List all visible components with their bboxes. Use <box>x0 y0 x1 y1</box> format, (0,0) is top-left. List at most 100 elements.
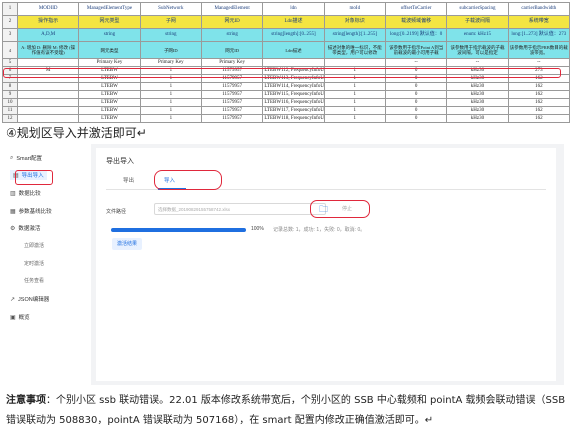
table-cell[interactable]: offsetToCarrier <box>384 2 448 16</box>
table-cell[interactable]: 11579957 <box>200 98 264 107</box>
table-cell[interactable]: 1 <box>139 114 202 123</box>
table-cell[interactable]: kHz30 <box>446 98 509 107</box>
table-cell[interactable]: 162 <box>507 90 571 99</box>
table-cell[interactable] <box>323 58 386 67</box>
table-cell[interactable]: 1 <box>139 106 202 115</box>
sidebar-item-overview[interactable]: ▣ 概览 <box>10 313 30 322</box>
table-cell[interactable]: 11579957 <box>200 90 264 99</box>
table-cell[interactable]: subcarrierSpacing <box>446 2 509 16</box>
table-cell[interactable]: 描述对象的唯一标识，不能带类型，用户可以修改 <box>323 41 386 59</box>
table-cell[interactable]: Ldn描述 <box>262 15 325 29</box>
table-cell[interactable] <box>16 58 80 67</box>
table-cell[interactable]: LTEBW116, FrequencyInfoUL=1, <box>262 98 325 107</box>
table-cell[interactable] <box>16 114 80 123</box>
table-cell[interactable]: 0 <box>384 82 448 91</box>
table-cell[interactable] <box>16 82 80 91</box>
table-cell[interactable]: LTEBW <box>78 98 141 107</box>
table-cell[interactable]: -- <box>446 58 509 67</box>
table-cell[interactable]: string <box>78 28 141 42</box>
table-cell[interactable]: kHz30 <box>446 82 509 91</box>
table-cell[interactable]: 11579957 <box>200 114 264 123</box>
table-cell[interactable]: 0 <box>384 90 448 99</box>
table-cell[interactable]: 1 <box>323 106 386 115</box>
table-cell[interactable] <box>16 90 80 99</box>
sidebar-item-activate[interactable]: ⚙ 数据激活 <box>10 224 40 233</box>
table-cell[interactable]: 0 <box>384 98 448 107</box>
table-cell[interactable] <box>16 106 80 115</box>
table-cell[interactable]: long:[1..273] 默认值：273 <box>507 28 571 42</box>
table-cell[interactable]: 对象标识 <box>323 15 386 29</box>
table-cell[interactable]: 该参数用于指示PRB数目的载波带宽。 <box>507 41 571 59</box>
table-cell[interactable]: LTEBW118, FrequencyInfoUL=1, <box>262 114 325 123</box>
table-cell[interactable]: 1 <box>323 90 386 99</box>
table-cell[interactable]: Primary Key <box>78 58 141 67</box>
sidebar-item-json[interactable]: ↗ JSON编辑器 <box>10 295 49 304</box>
table-cell[interactable]: LTEBW117, FrequencyInfoUL=1, <box>262 106 325 115</box>
table-cell[interactable]: kHz30 <box>446 114 509 123</box>
table-cell[interactable]: 子网ID <box>139 41 202 59</box>
table-cell[interactable]: 1 <box>139 82 202 91</box>
table-cell[interactable]: ManagedElement <box>200 2 264 16</box>
table-cell[interactable]: 载波频域偏移 <box>384 15 448 29</box>
table-cell[interactable]: LTEBW115, FrequencyInfoUL=1, <box>262 90 325 99</box>
table-cell[interactable]: ldn <box>262 2 325 16</box>
table-cell[interactable]: LTEBW114, FrequencyInfoUL=1, <box>262 82 325 91</box>
table-cell[interactable]: kHz30 <box>446 90 509 99</box>
table-cell[interactable]: 1 <box>139 98 202 107</box>
table-cell[interactable]: enum: kHz15 <box>446 28 509 42</box>
table-cell[interactable]: 子载波间隔 <box>446 15 509 29</box>
file-path-input[interactable]: 选择数据_20190829155758742.xlsx <box>154 203 326 215</box>
table-cell[interactable]: 11579957 <box>200 82 264 91</box>
sidebar-item-activate-now[interactable]: 立即激活 <box>24 242 44 249</box>
table-cell[interactable]: 网元ID <box>200 15 264 29</box>
sidebar-item-scheduled[interactable]: 定时激活 <box>24 260 44 267</box>
table-cell[interactable]: ManagedElementType <box>78 2 141 16</box>
table-cell[interactable]: SubNetwork <box>139 2 202 16</box>
table-cell[interactable] <box>16 98 80 107</box>
table-cell[interactable]: LTEBW <box>78 114 141 123</box>
sidebar-item-tasks[interactable]: 任务查看 <box>24 277 44 284</box>
table-cell[interactable]: 该参数用于指示Point A到当前载波的最小可用子载 <box>384 41 448 59</box>
tab-export[interactable]: 导出 <box>123 176 134 184</box>
sidebar-item-smart[interactable]: ⌕ Smart配置 <box>10 154 42 163</box>
table-cell[interactable]: 0 <box>384 106 448 115</box>
table-cell[interactable]: 操作指示 <box>16 15 80 29</box>
table-cell[interactable]: Ldn描述 <box>262 41 325 59</box>
table-cell[interactable]: 该参数用于指示载波的子载波间隔，可以是指定 <box>446 41 509 59</box>
table-cell[interactable]: 系统带宽 <box>507 15 571 29</box>
table-cell[interactable]: -- <box>384 58 448 67</box>
table-cell[interactable]: 网元类型 <box>78 15 141 29</box>
table-cell[interactable]: Primary Key <box>200 58 264 67</box>
table-cell[interactable]: 162 <box>507 114 571 123</box>
table-cell[interactable]: long:[0..2199] 默认值：0 <box>384 28 448 42</box>
sidebar-item-baseline[interactable]: ▦ 参数基线比较 <box>10 207 52 216</box>
table-cell[interactable]: Primary Key <box>139 58 202 67</box>
table-cell[interactable]: string <box>139 28 202 42</box>
table-cell[interactable]: 162 <box>507 98 571 107</box>
table-cell[interactable]: carrierBandwidth <box>507 2 571 16</box>
table-cell[interactable]: 1 <box>323 98 386 107</box>
table-cell[interactable]: A: 增加 D: 删除 M: 修改 (操作值有误不受理) <box>16 41 80 59</box>
table-cell[interactable]: string[length]:[1..255] <box>323 28 386 42</box>
table-cell[interactable]: string[length]:[0..255] <box>262 28 325 42</box>
table-cell[interactable]: LTEBW <box>78 82 141 91</box>
sidebar-item-data-compare[interactable]: ▥ 数据比较 <box>10 189 41 198</box>
table-cell[interactable]: string <box>200 28 264 42</box>
activate-result-button[interactable]: 激活结果 <box>112 238 142 250</box>
table-cell[interactable]: 网元类型 <box>78 41 141 59</box>
table-cell[interactable]: A,D,M <box>16 28 80 42</box>
table-cell[interactable]: 1 <box>323 82 386 91</box>
table-cell[interactable] <box>262 58 325 67</box>
table-cell[interactable]: 1 <box>323 114 386 123</box>
table-cell[interactable]: LTEBW <box>78 90 141 99</box>
table-cell[interactable]: -- <box>507 58 571 67</box>
table-cell[interactable]: 0 <box>384 114 448 123</box>
table-cell[interactable]: 11579957 <box>200 106 264 115</box>
table-cell[interactable]: 162 <box>507 82 571 91</box>
table-cell[interactable]: kHz30 <box>446 106 509 115</box>
table-cell[interactable]: 网元ID <box>200 41 264 59</box>
table-cell[interactable]: 子网 <box>139 15 202 29</box>
table-cell[interactable]: moId <box>323 2 386 16</box>
table-cell[interactable]: LTEBW <box>78 106 141 115</box>
table-cell[interactable]: 1 <box>139 90 202 99</box>
